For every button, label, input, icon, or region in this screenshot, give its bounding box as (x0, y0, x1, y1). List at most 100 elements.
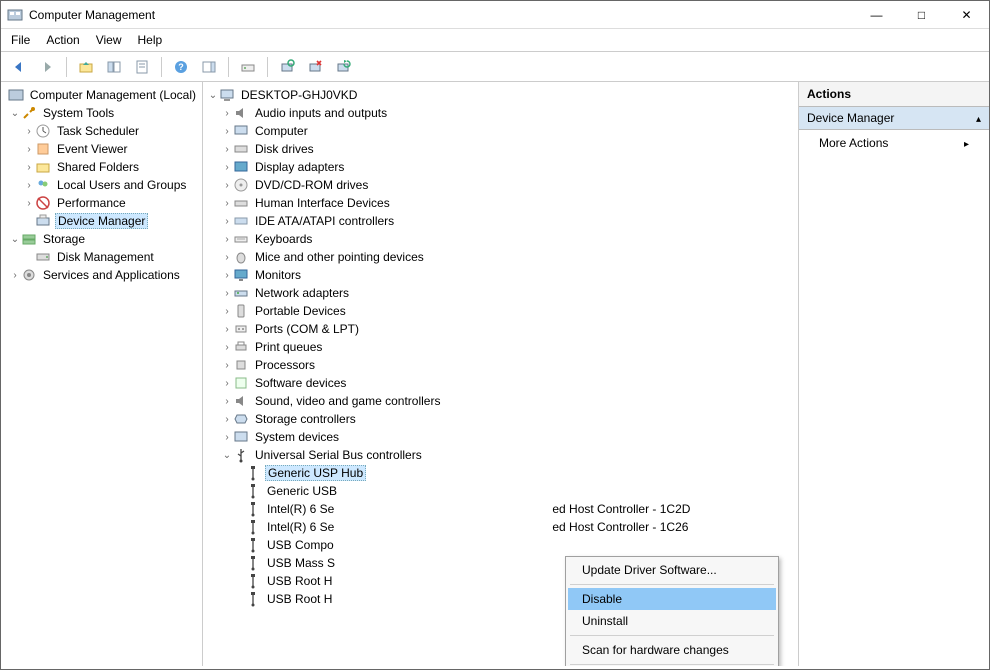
expand-icon[interactable]: ⌄ (9, 234, 21, 245)
ctx-update-driver[interactable]: Update Driver Software... (568, 559, 776, 581)
tree-shared-folders[interactable]: ›Shared Folders (1, 158, 202, 176)
actions-section[interactable]: Device Manager (799, 107, 989, 130)
ctx-uninstall[interactable]: Uninstall (568, 610, 776, 632)
cat-portable[interactable]: ›Portable Devices (203, 302, 798, 320)
usb-generic-hub-2[interactable]: Generic USB (203, 482, 798, 500)
cat-software-devices[interactable]: ›Software devices (203, 374, 798, 392)
usb-intel-2[interactable]: Intel(R) 6 Seed Host Controller - 1C26 (203, 518, 798, 536)
cat-mice[interactable]: ›Mice and other pointing devices (203, 248, 798, 266)
svg-text:?: ? (178, 62, 184, 72)
cat-storage-controllers[interactable]: ›Storage controllers (203, 410, 798, 428)
console-tree-pane: Computer Management (Local) ⌄ System Too… (1, 82, 203, 666)
tree-task-scheduler[interactable]: ›Task Scheduler (1, 122, 202, 140)
expand-icon[interactable]: › (23, 126, 35, 137)
tree-local-users[interactable]: ›Local Users and Groups (1, 176, 202, 194)
cat-usb[interactable]: ⌄Universal Serial Bus controllers (203, 446, 798, 464)
actions-pane: Actions Device Manager More Actions (799, 82, 989, 666)
keyboard-icon (233, 231, 249, 247)
show-hide-tree-button[interactable] (102, 56, 126, 78)
tree-root[interactable]: Computer Management (Local) (1, 86, 202, 104)
tree-performance[interactable]: ›Performance (1, 194, 202, 212)
close-button[interactable]: ✕ (944, 1, 989, 29)
submenu-icon (964, 136, 969, 150)
monitor-icon (233, 267, 249, 283)
expand-icon[interactable]: › (23, 144, 35, 155)
cat-print-queues[interactable]: ›Print queues (203, 338, 798, 356)
tree-device-manager[interactable]: Device Manager (1, 212, 202, 230)
up-button[interactable] (74, 56, 98, 78)
cat-monitors[interactable]: ›Monitors (203, 266, 798, 284)
window-title: Computer Management (29, 8, 854, 22)
menu-help[interactable]: Help (138, 33, 163, 47)
show-action-pane-button[interactable] (197, 56, 221, 78)
hid-icon (233, 195, 249, 211)
cat-computer[interactable]: ›Computer (203, 122, 798, 140)
actions-header: Actions (799, 82, 989, 107)
actions-more[interactable]: More Actions (799, 130, 989, 156)
help-button[interactable]: ? (169, 56, 193, 78)
tree-root-label: Computer Management (Local) (28, 88, 198, 102)
forward-button[interactable] (35, 56, 59, 78)
properties-button[interactable] (130, 56, 154, 78)
toolbar-icon-1[interactable] (236, 56, 260, 78)
disk-icon (35, 249, 51, 265)
ctx-scan[interactable]: Scan for hardware changes (568, 639, 776, 661)
usb-device-icon (245, 519, 261, 535)
usb-composite[interactable]: USB Compo (203, 536, 798, 554)
cat-audio[interactable]: ›Audio inputs and outputs (203, 104, 798, 122)
app-icon (7, 7, 23, 23)
dvd-icon (233, 177, 249, 193)
expand-icon[interactable]: ⌄ (221, 450, 233, 461)
expand-icon[interactable]: › (23, 180, 35, 191)
device-root[interactable]: ⌄DESKTOP-GHJ0VKD (203, 86, 798, 104)
cat-network[interactable]: ›Network adapters (203, 284, 798, 302)
expand-icon[interactable]: ⌄ (9, 108, 21, 119)
users-icon (35, 177, 51, 193)
expand-icon[interactable]: › (9, 270, 21, 281)
menu-view[interactable]: View (96, 33, 122, 47)
minimize-button[interactable]: ― (854, 1, 899, 29)
clock-icon (35, 123, 51, 139)
expand-icon[interactable]: › (221, 108, 233, 119)
usb-generic-hub-1[interactable]: Generic USP Hub (203, 464, 798, 482)
collapse-icon[interactable] (976, 111, 981, 125)
mouse-icon (233, 249, 249, 265)
tools-icon (21, 105, 37, 121)
tree-storage[interactable]: ⌄Storage (1, 230, 202, 248)
usb-intel-1[interactable]: Intel(R) 6 Seed Host Controller - 1C2D (203, 500, 798, 518)
cat-disk-drives[interactable]: ›Disk drives (203, 140, 798, 158)
storage-icon (21, 231, 37, 247)
tree-services-apps[interactable]: ›Services and Applications (1, 266, 202, 284)
storage-ctrl-icon (233, 411, 249, 427)
back-button[interactable] (7, 56, 31, 78)
cat-ports[interactable]: ›Ports (COM & LPT) (203, 320, 798, 338)
cat-sound[interactable]: ›Sound, video and game controllers (203, 392, 798, 410)
uninstall-device-button[interactable] (303, 56, 327, 78)
usb-device-icon (245, 591, 261, 607)
usb-device-icon (245, 555, 261, 571)
scan-hardware-button[interactable] (275, 56, 299, 78)
tree-system-tools[interactable]: ⌄ System Tools (1, 104, 202, 122)
tree-disk-management[interactable]: Disk Management (1, 248, 202, 266)
menu-file[interactable]: File (11, 33, 30, 47)
cat-hid[interactable]: ›Human Interface Devices (203, 194, 798, 212)
usb-icon (233, 447, 249, 463)
content-area: Computer Management (Local) ⌄ System Too… (1, 82, 989, 666)
event-viewer-icon (35, 141, 51, 157)
expand-icon[interactable]: › (23, 198, 35, 209)
cat-keyboards[interactable]: ›Keyboards (203, 230, 798, 248)
cat-ide[interactable]: ›IDE ATA/ATAPI controllers (203, 212, 798, 230)
cat-display[interactable]: ›Display adapters (203, 158, 798, 176)
usb-device-icon (245, 537, 261, 553)
menu-action[interactable]: Action (46, 33, 79, 47)
maximize-button[interactable]: □ (899, 1, 944, 29)
cat-dvd[interactable]: ›DVD/CD-ROM drives (203, 176, 798, 194)
tree-event-viewer[interactable]: ›Event Viewer (1, 140, 202, 158)
cat-system-devices[interactable]: ›System devices (203, 428, 798, 446)
expand-icon[interactable]: ⌄ (207, 90, 219, 101)
ctx-disable[interactable]: Disable (568, 588, 776, 610)
expand-icon[interactable]: › (23, 162, 35, 173)
update-driver-button[interactable] (331, 56, 355, 78)
portable-icon (233, 303, 249, 319)
cat-processors[interactable]: ›Processors (203, 356, 798, 374)
